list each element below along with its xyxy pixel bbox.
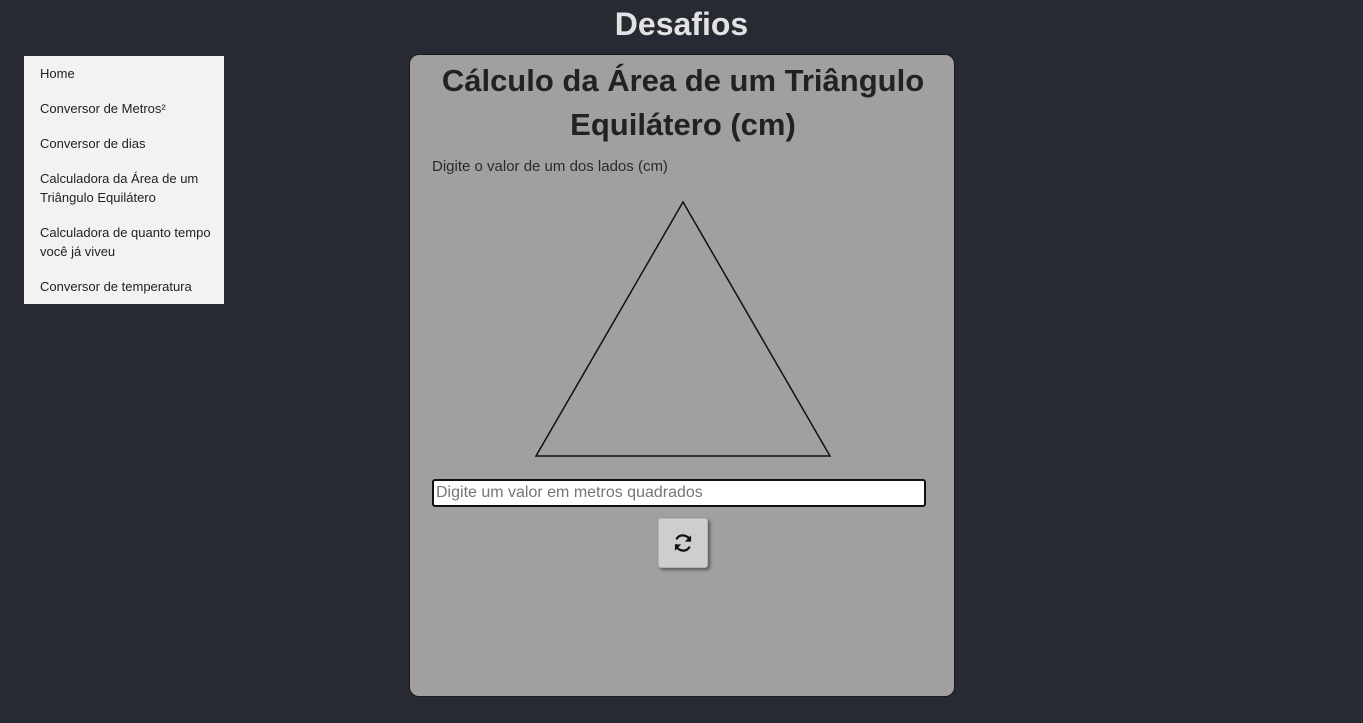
sidebar-nav: Home Conversor de Metros² Conversor de d…	[24, 56, 224, 304]
refresh-icon	[674, 534, 692, 552]
refresh-button[interactable]	[658, 518, 708, 568]
site-title: Desafios	[614, 6, 749, 42]
sidebar-item-metros-converter[interactable]: Conversor de Metros²	[24, 99, 224, 118]
triangle-shape	[534, 200, 832, 457]
sidebar-item-home[interactable]: Home	[24, 64, 224, 83]
sidebar-item-triangle-area[interactable]: Calculadora da Área de um Triângulo Equi…	[24, 169, 224, 207]
sidebar-list: Home Conversor de Metros² Conversor de d…	[24, 56, 224, 296]
side-length-label: Digite o valor de um dos lados (cm)	[432, 158, 668, 175]
calculator-card: Cálculo da Área de um Triângulo Equiláte…	[409, 54, 955, 697]
card-title: Cálculo da Área de um Triângulo Equiláte…	[441, 63, 925, 142]
sidebar-item-temperature-converter[interactable]: Conversor de temperatura	[24, 277, 224, 296]
sidebar-item-time-lived[interactable]: Calculadora de quanto tempo você já vive…	[24, 223, 224, 261]
equilateral-triangle-figure	[534, 200, 832, 457]
sidebar-item-days-converter[interactable]: Conversor de dias	[24, 134, 224, 153]
area-value-input[interactable]	[432, 479, 926, 507]
